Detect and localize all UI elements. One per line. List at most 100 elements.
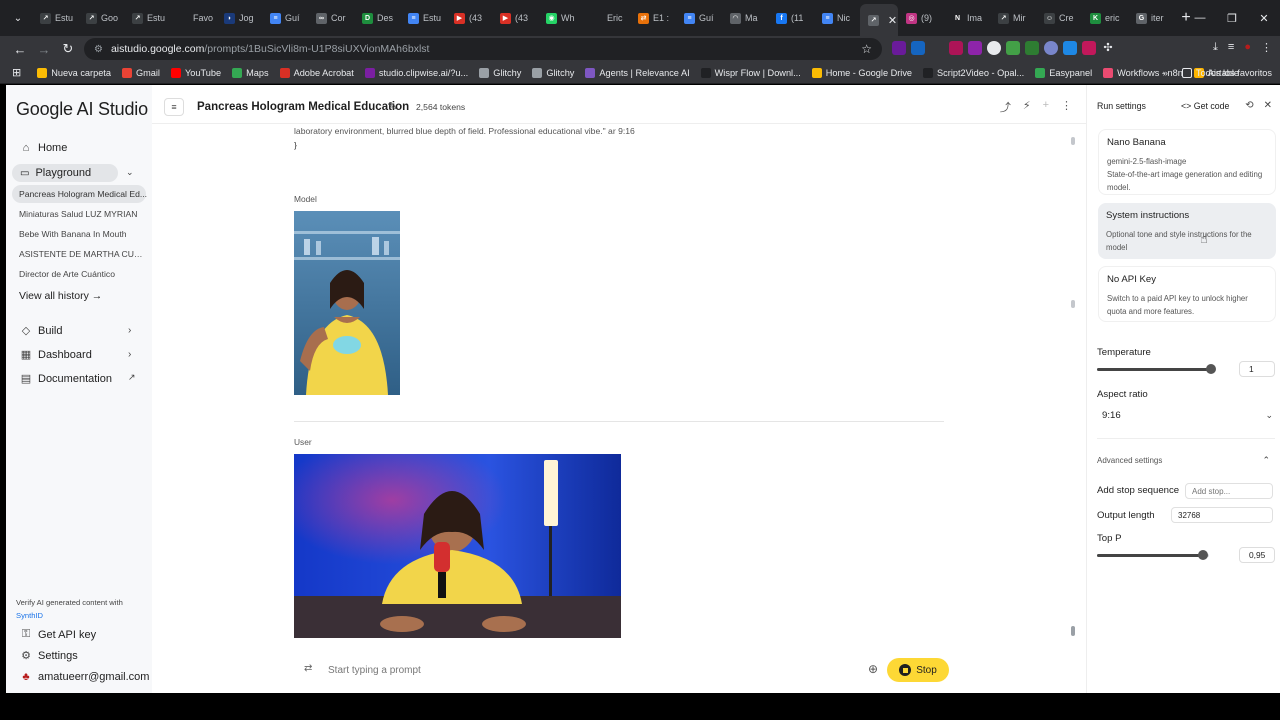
account-menu[interactable]: ♣ amatueerr@gmail.com: [20, 671, 149, 683]
browser-tab[interactable]: ↗ Estu: [32, 4, 78, 32]
bookmark-star-icon[interactable]: ☆: [861, 42, 872, 56]
extension-icon[interactable]: [949, 41, 963, 55]
nav-playground[interactable]: ▭ Playground: [12, 164, 118, 182]
chevron-right-icon[interactable]: ›: [128, 325, 131, 336]
uploaded-image[interactable]: [294, 454, 621, 638]
history-item[interactable]: Miniaturas Salud LUZ MYRIAN: [19, 209, 147, 219]
bookmark-item[interactable]: Agents | Relevance AI: [585, 67, 690, 78]
extensions-puzzle-icon[interactable]: ✣: [1101, 41, 1115, 55]
temperature-slider-handle[interactable]: [1206, 364, 1216, 374]
browser-tab[interactable]: ≡ Nic: [814, 4, 860, 32]
extension-icon[interactable]: [911, 41, 925, 55]
bookmark-item[interactable]: Glitchy: [532, 67, 574, 78]
history-item[interactable]: ASISTENTE DE MARTHA CUAN...: [19, 249, 147, 259]
media-icon[interactable]: ≡: [1228, 41, 1234, 54]
reload-icon[interactable]: ↻: [56, 41, 80, 57]
browser-tab[interactable]: ▶ (43: [492, 4, 538, 32]
external-link-icon[interactable]: ↗: [128, 372, 136, 383]
extension-icon[interactable]: [1082, 41, 1096, 55]
extension-icon[interactable]: [1025, 41, 1039, 55]
chevron-down-icon[interactable]: ⌄: [126, 167, 134, 178]
bookmarks-overflow-icon[interactable]: »: [1163, 68, 1168, 78]
api-key-card[interactable]: No API Key Switch to a paid API key to u…: [1098, 266, 1276, 322]
bookmark-item[interactable]: Home - Google Drive: [811, 67, 912, 78]
get-code-button[interactable]: <> Get code: [1181, 101, 1229, 111]
browser-tab[interactable]: ⇄ E1 :: [630, 4, 676, 32]
view-all-history-link[interactable]: View all history →: [19, 290, 102, 302]
browser-tab[interactable]: Giter: [1128, 4, 1174, 32]
reset-icon[interactable]: ⟲: [1245, 100, 1253, 111]
bookmark-item[interactable]: YouTube: [170, 67, 221, 78]
tab-search-icon[interactable]: ⌄: [4, 4, 32, 32]
bookmark-item[interactable]: Script2Video - Opal...: [923, 67, 1024, 78]
bookmark-item[interactable]: Maps: [232, 67, 269, 78]
nav-build[interactable]: ◇ Build: [20, 324, 63, 338]
sidebar-toggle-icon[interactable]: ≡: [164, 98, 184, 116]
browser-tab[interactable]: f (11: [768, 4, 814, 32]
bookmark-item[interactable]: Gmail: [121, 67, 160, 78]
back-icon[interactable]: ←: [8, 42, 32, 57]
all-bookmarks-folder[interactable]: Todos los favoritos: [1181, 68, 1272, 78]
bookmark-item[interactable]: studio.clipwise.ai/?u...: [364, 67, 468, 78]
apps-grid-icon[interactable]: ⊞: [12, 66, 21, 79]
tools-icon[interactable]: ⇄: [304, 663, 312, 674]
extension-icon[interactable]: [892, 41, 906, 55]
browser-tab[interactable]: ◗ Jog: [216, 4, 262, 32]
chevron-right-icon[interactable]: ›: [128, 349, 131, 360]
top-p-slider-handle[interactable]: [1198, 550, 1209, 560]
extension-icon[interactable]: [1044, 41, 1058, 55]
browser-tab[interactable]: ☺ Cre: [1036, 4, 1082, 32]
extension-icon[interactable]: [987, 41, 1001, 55]
profile-avatar[interactable]: ●: [1244, 41, 1251, 54]
more-vert-icon[interactable]: ⋮: [1061, 99, 1072, 115]
edit-title-icon[interactable]: ✎: [388, 100, 397, 113]
scroll-thumb[interactable]: [1071, 626, 1075, 636]
forward-icon[interactable]: →: [32, 42, 56, 57]
temperature-input[interactable]: 1: [1239, 361, 1275, 377]
get-api-key-link[interactable]: ⚿ Get API key: [20, 628, 96, 641]
add-media-icon[interactable]: ⊕: [868, 662, 878, 676]
top-p-slider[interactable]: [1097, 550, 1209, 560]
advanced-settings-toggle[interactable]: Advanced settings: [1097, 456, 1162, 465]
system-instructions-card[interactable]: System instructions Optional tone and st…: [1098, 203, 1276, 259]
output-length-input[interactable]: 32768: [1171, 507, 1273, 523]
browser-tab[interactable]: ↗ Mir: [990, 4, 1036, 32]
top-p-input[interactable]: 0,95: [1239, 547, 1275, 563]
app-logo[interactable]: Google AI Studio: [16, 99, 148, 120]
nav-documentation[interactable]: ▤ Documentation: [20, 372, 112, 386]
prompt-input[interactable]: [328, 661, 848, 679]
aspect-ratio-select[interactable]: 9:16 ⌄: [1097, 406, 1277, 424]
window-close-icon[interactable]: ✕: [1248, 0, 1280, 36]
site-info-icon[interactable]: ⚙: [94, 44, 103, 55]
compare-icon[interactable]: ⚡: [1023, 99, 1031, 115]
browser-tab[interactable]: ▶ (43: [446, 4, 492, 32]
browser-tab[interactable]: ↗ Goo: [78, 4, 124, 32]
synthid-link[interactable]: SynthID: [16, 611, 43, 620]
restore-icon[interactable]: ❐: [1216, 0, 1248, 36]
browser-tab[interactable]: N Ima: [944, 4, 990, 32]
browser-tab[interactable]: Favo: [170, 4, 216, 32]
settings-link[interactable]: ⚙ Settings: [20, 649, 78, 663]
history-item[interactable]: Pancreas Hologram Medical Ed...: [19, 189, 147, 199]
generated-image[interactable]: [294, 211, 400, 395]
browser-tab[interactable]: D Des: [354, 4, 400, 32]
omnibox[interactable]: ⚙ aistudio.google.com/prompts/1BuSicVli8…: [84, 38, 882, 60]
stop-button[interactable]: Stop: [887, 658, 949, 682]
extension-icon[interactable]: [968, 41, 982, 55]
browser-tab[interactable]: ≡ Guí: [262, 4, 308, 32]
browser-tab[interactable]: ◠ Ma: [722, 4, 768, 32]
browser-tab[interactable]: ↗ Estu: [124, 4, 170, 32]
stop-sequence-input[interactable]: [1185, 483, 1273, 499]
browser-tab[interactable]: ↗ ✕: [860, 4, 898, 36]
chat-scrollbar[interactable]: [1070, 137, 1075, 637]
minimize-icon[interactable]: —: [1184, 0, 1216, 36]
bookmark-item[interactable]: Glitchy: [479, 67, 521, 78]
bookmark-item[interactable]: Wispr Flow | Downl...: [700, 67, 801, 78]
tab-close-icon[interactable]: ✕: [887, 14, 898, 27]
temperature-slider[interactable]: [1097, 364, 1216, 374]
extension-icon[interactable]: [1006, 41, 1020, 55]
history-item[interactable]: Bebe With Banana In Mouth: [19, 229, 147, 239]
bookmark-item[interactable]: Nueva carpeta: [37, 67, 111, 78]
extension-icon[interactable]: [1063, 41, 1077, 55]
browser-tab[interactable]: ◎ (9): [898, 4, 944, 32]
